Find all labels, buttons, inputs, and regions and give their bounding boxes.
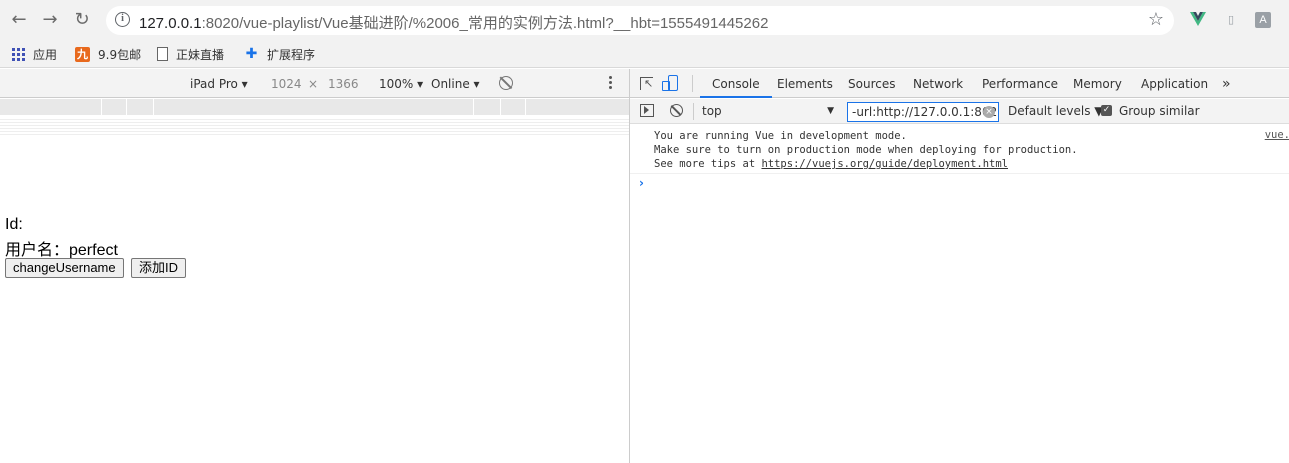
chevron-down-icon: ▼: [827, 106, 834, 116]
forward-arrow-icon[interactable]: →: [40, 10, 60, 30]
console-filter-input[interactable]: -url:http://127.0.0.1:8020 ×: [847, 102, 999, 122]
zoom-select[interactable]: 100% ▾: [379, 77, 423, 91]
id-label: Id:: [5, 216, 23, 233]
height-input[interactable]: 1366: [328, 77, 359, 91]
context-select[interactable]: top ▼: [702, 102, 834, 121]
url-text[interactable]: 127.0.0.1:8020/vue-playlist/Vue基础进阶/%200…: [139, 12, 768, 33]
log-levels-select[interactable]: Default levels ▼: [1008, 104, 1104, 118]
group-similar-label: Group similar: [1119, 104, 1200, 118]
address-bar[interactable]: i 127.0.0.1:8020/vue-playlist/Vue基础进阶/%2…: [106, 6, 1174, 35]
console-prompt-icon[interactable]: ›: [639, 176, 644, 190]
tab-performance[interactable]: Performance: [982, 69, 1058, 98]
username-label: 用户名：perfect: [5, 242, 118, 259]
bookmark-apps[interactable]: 应用: [12, 45, 57, 63]
devtools-tabbar: Console Elements Sources Network Perform…: [630, 69, 1289, 98]
tab-sources[interactable]: Sources: [848, 69, 895, 98]
jiu-favicon-icon: 九: [75, 46, 90, 62]
console-toolbar: top ▼ -url:http://127.0.0.1:8020 × Defau…: [630, 99, 1289, 124]
extension-icon[interactable]: ▯: [1223, 12, 1239, 28]
bookmark-label: 正妹直播: [176, 47, 225, 62]
toggle-device-icon[interactable]: [662, 75, 678, 91]
page-icon: [157, 47, 168, 61]
message-source-link[interactable]: vue.: [1265, 129, 1289, 141]
tab-network[interactable]: Network: [913, 69, 963, 98]
browser-toolbar: ← → ↻ i 127.0.0.1:8020/vue-playlist/Vue基…: [0, 0, 1289, 40]
bookmark-label: 9.9包邮: [98, 47, 142, 62]
tab-console[interactable]: Console: [700, 69, 772, 98]
deployment-link[interactable]: https://vuejs.org/guide/deployment.html: [761, 158, 1008, 170]
device-name: iPad Pro: [190, 77, 238, 91]
console-line: You are running Vue in development mode.: [654, 130, 907, 142]
filter-text: -url:http://127.0.0.1:8020: [852, 105, 999, 119]
more-tabs-icon[interactable]: »: [1222, 69, 1231, 98]
tab-elements[interactable]: Elements: [777, 69, 833, 98]
inspect-element-icon[interactable]: [640, 77, 653, 90]
add-id-button[interactable]: 添加ID: [131, 258, 187, 278]
console-output: You are running Vue in development mode.…: [630, 125, 1289, 463]
device-toolbar: iPad Pro ▾ 1024 × 1366 100% ▾ Online ▾: [0, 69, 629, 98]
bookmark-label: 应用: [33, 47, 58, 62]
console-sidebar-icon[interactable]: [640, 104, 654, 117]
ruler: [0, 119, 629, 136]
more-options-icon[interactable]: [609, 76, 613, 92]
device-select[interactable]: iPad Pro ▾: [190, 77, 248, 91]
clear-filter-icon[interactable]: ×: [983, 106, 995, 118]
apps-icon: [12, 47, 25, 61]
url-host: 127.0.0.1: [139, 15, 202, 32]
rotate-icon[interactable]: [499, 76, 513, 90]
devtools-panel: Console Elements Sources Network Perform…: [629, 69, 1289, 463]
network-select[interactable]: Online ▾: [431, 77, 480, 91]
group-similar-checkbox[interactable]: ✓: [1101, 105, 1112, 116]
device-emulation-pane: iPad Pro ▾ 1024 × 1366 100% ▾ Online ▾ I…: [0, 69, 629, 463]
bookmark-label: 扩展程序: [267, 47, 316, 62]
zoom-value: 100%: [379, 77, 414, 91]
context-value: top: [702, 104, 722, 118]
page-viewport: Id: 用户名：perfect changeUsername 添加ID: [0, 136, 629, 463]
tab-application[interactable]: Application: [1141, 69, 1208, 98]
extension-a-icon[interactable]: A: [1255, 12, 1271, 28]
site-info-icon[interactable]: i: [115, 12, 130, 27]
change-username-button[interactable]: changeUsername: [5, 258, 124, 278]
width-input[interactable]: 1024: [271, 77, 302, 91]
url-path: :8020/vue-playlist/Vue基础进阶/%2006_常用的实例方法…: [201, 15, 769, 32]
tab-memory[interactable]: Memory: [1073, 69, 1122, 98]
media-query-bar[interactable]: [0, 99, 629, 115]
bookmark-live[interactable]: 正妹直播: [157, 45, 224, 63]
network-value: Online: [431, 77, 470, 91]
vue-devtools-icon[interactable]: [1190, 12, 1206, 28]
console-line-prefix: See more tips at: [654, 158, 762, 170]
bookmark-star-icon[interactable]: ☆: [1148, 9, 1164, 30]
clear-console-icon[interactable]: [670, 104, 683, 117]
back-arrow-icon[interactable]: ←: [9, 10, 29, 30]
reload-icon[interactable]: ↻: [72, 10, 92, 30]
divider: [630, 173, 1289, 174]
console-message: You are running Vue in development mode.…: [654, 129, 1078, 171]
bookmark-99[interactable]: 九 9.9包邮: [75, 45, 141, 63]
puzzle-icon: ✚: [245, 45, 258, 62]
bookmarks-bar: 应用 九 9.9包邮 正妹直播 ✚ 扩展程序: [0, 40, 1289, 68]
console-line: Make sure to turn on production mode whe…: [654, 144, 1078, 156]
dimension-separator: ×: [308, 77, 319, 91]
bookmark-extensions[interactable]: ✚ 扩展程序: [244, 45, 315, 63]
